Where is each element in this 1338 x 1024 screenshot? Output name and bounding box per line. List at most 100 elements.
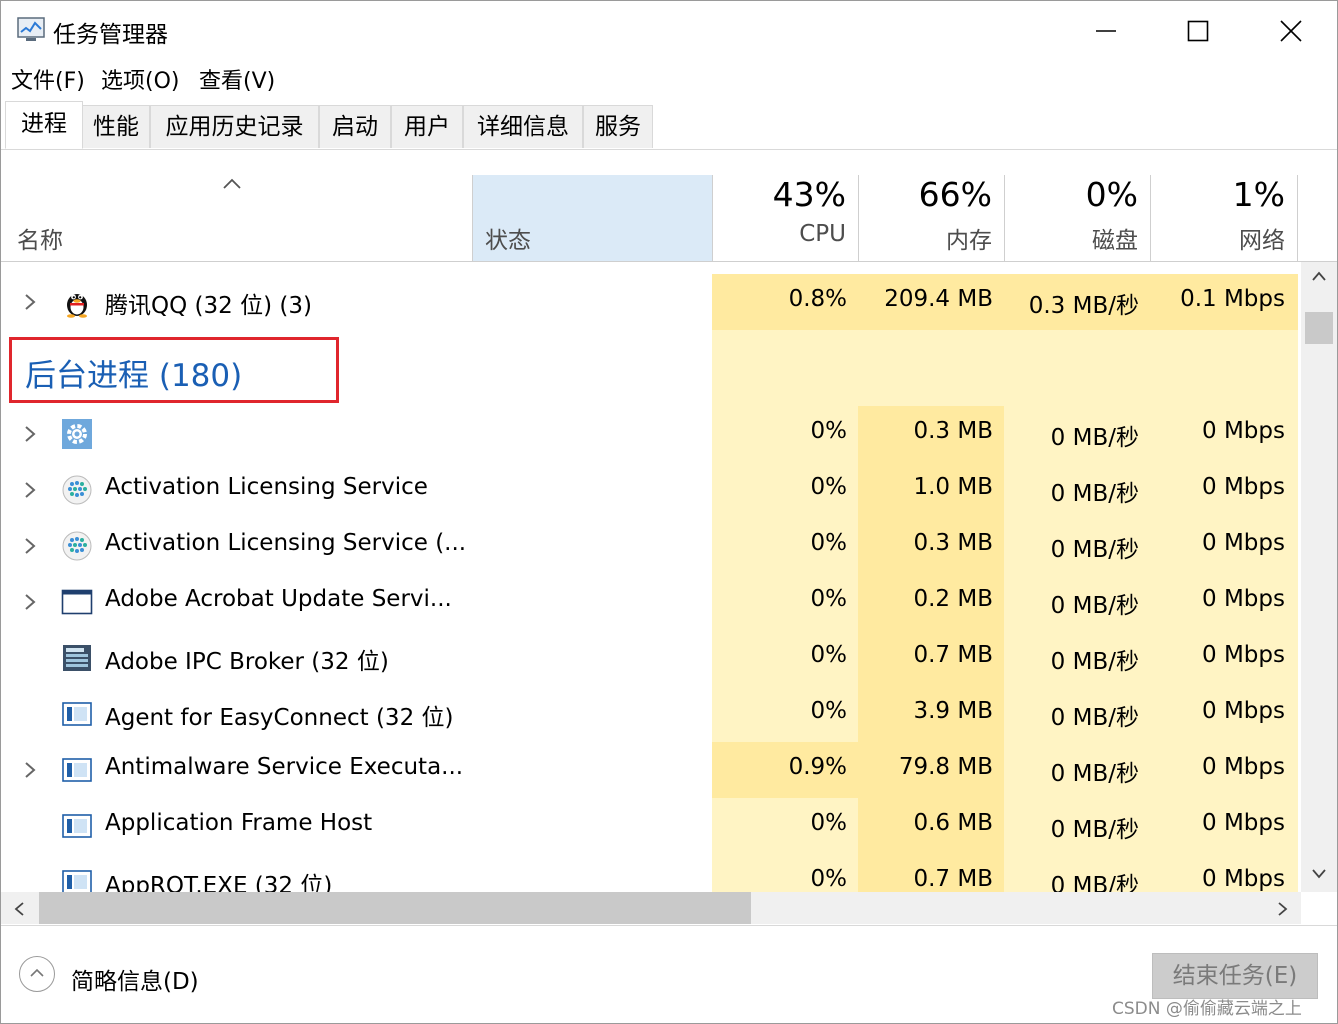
memory-value: 3.9 MB xyxy=(913,698,993,724)
expand-chevron-icon[interactable] xyxy=(23,760,37,780)
scroll-right-icon[interactable] xyxy=(1277,901,1289,917)
network-value: 0 Mbps xyxy=(1202,810,1285,836)
cpu-value: 0% xyxy=(810,642,848,668)
cpu-value: 0% xyxy=(810,810,848,836)
cpu-cell xyxy=(712,330,858,406)
disk-value: 0 MB/秒 xyxy=(1050,705,1139,731)
tab-performance[interactable]: 性能 xyxy=(82,105,150,148)
column-status[interactable]: 状态 xyxy=(485,221,531,255)
watermark: CSDN @偷偷藏云端之上 xyxy=(1112,999,1302,1019)
fewer-details-link[interactable]: 简略信息(D) xyxy=(71,962,199,996)
app-window-icon xyxy=(62,814,92,838)
menu-view[interactable]: 查看(V) xyxy=(199,63,275,95)
minimize-icon xyxy=(1096,30,1116,32)
cpu-value: 0% xyxy=(810,530,848,556)
memory-value: 79.8 MB xyxy=(898,754,993,780)
vertical-scroll-thumb[interactable] xyxy=(1305,312,1333,344)
tab-strip: 进程 性能 应用历史记录 启动 用户 详细信息 服务 xyxy=(1,97,1337,150)
memory-value: 0.2 MB xyxy=(913,586,993,612)
process-name: Antimalware Service Executa... xyxy=(105,754,464,780)
app-window-icon xyxy=(62,758,92,782)
menu-file[interactable]: 文件(F) xyxy=(11,63,85,95)
process-name: Application Frame Host xyxy=(105,810,373,836)
network-value: 0.1 Mbps xyxy=(1180,286,1285,312)
process-row[interactable]: Activation Licensing Service 0% 1.0 MB 0… xyxy=(1,462,1301,518)
network-value: 0 Mbps xyxy=(1202,642,1285,668)
cpu-total-percent: 43% xyxy=(772,175,846,214)
column-cpu[interactable]: 43% CPU xyxy=(712,175,858,261)
expand-chevron-icon[interactable] xyxy=(23,536,37,556)
disk-value: 0 MB/秒 xyxy=(1050,481,1139,507)
network-value: 0 Mbps xyxy=(1202,530,1285,556)
network-value: 0 Mbps xyxy=(1202,418,1285,444)
memory-value: 0.3 MB xyxy=(913,418,993,444)
maximize-icon xyxy=(1187,20,1209,42)
expand-chevron-icon[interactable] xyxy=(23,592,37,612)
app-window-icon xyxy=(62,702,92,726)
minimize-button[interactable] xyxy=(1059,1,1151,59)
scroll-down-icon[interactable] xyxy=(1311,868,1327,880)
process-row[interactable]: 0% 0.3 MB 0 MB/秒 0 Mbps xyxy=(1,406,1301,462)
expand-chevron-icon[interactable] xyxy=(23,480,37,500)
close-button[interactable] xyxy=(1244,1,1336,59)
end-task-button[interactable]: 结束任务(E) xyxy=(1152,953,1318,999)
tab-processes[interactable]: 进程 xyxy=(5,101,83,149)
window-frame-icon xyxy=(61,589,93,615)
disk-value: 0 MB/秒 xyxy=(1050,537,1139,563)
memory-value: 0.6 MB xyxy=(913,810,993,836)
network-value: 0 Mbps xyxy=(1202,698,1285,724)
expand-chevron-icon[interactable] xyxy=(23,424,37,444)
fewer-details-toggle[interactable] xyxy=(19,956,55,992)
horizontal-scroll-thumb[interactable] xyxy=(39,892,751,924)
process-name: Adobe Acrobat Update Servi... xyxy=(105,586,452,612)
memory-value: 209.4 MB xyxy=(884,286,993,312)
memory-value: 0.7 MB xyxy=(913,642,993,668)
process-row[interactable]: Activation Licensing Service (... 0% 0.3… xyxy=(1,518,1301,574)
tab-users[interactable]: 用户 xyxy=(391,105,463,148)
column-memory[interactable]: 66% 内存 xyxy=(858,175,1004,261)
column-network[interactable]: 1% 网络 xyxy=(1150,175,1298,261)
column-disk[interactable]: 0% 磁盘 xyxy=(1004,175,1150,261)
cpu-value: 0.8% xyxy=(788,286,847,312)
tab-details[interactable]: 详细信息 xyxy=(463,105,583,148)
network-value: 0 Mbps xyxy=(1202,474,1285,500)
column-name[interactable]: 名称 xyxy=(17,221,63,255)
app-window-icon xyxy=(62,870,92,892)
scroll-left-icon[interactable] xyxy=(13,901,25,917)
dots-circle-icon xyxy=(62,475,92,505)
disk-value: 0 MB/秒 xyxy=(1050,761,1139,787)
process-row[interactable]: AppROT.EXE (32 位) 0% 0.7 MB 0 MB/秒 0 Mbp… xyxy=(1,854,1301,892)
tab-startup[interactable]: 启动 xyxy=(319,105,391,148)
process-row[interactable]: Antimalware Service Executa... 0.9% 79.8… xyxy=(1,742,1301,798)
scroll-up-icon[interactable] xyxy=(1311,270,1327,282)
process-row[interactable]: Agent for EasyConnect (32 位) 0% 3.9 MB 0… xyxy=(1,686,1301,742)
tab-app-history[interactable]: 应用历史记录 xyxy=(150,105,319,148)
network-cell xyxy=(1150,330,1298,406)
tab-services[interactable]: 服务 xyxy=(583,105,653,148)
cpu-value: 0.9% xyxy=(788,754,847,780)
network-label: 网络 xyxy=(1239,228,1285,254)
process-name: Activation Licensing Service (... xyxy=(105,530,467,556)
expand-chevron-icon[interactable] xyxy=(23,292,37,312)
maximize-button[interactable] xyxy=(1151,1,1243,59)
disk-value: 0 MB/秒 xyxy=(1050,873,1139,892)
process-name: Agent for EasyConnect (32 位) xyxy=(105,705,454,731)
disk-value: 0 MB/秒 xyxy=(1050,425,1139,451)
memory-value: 0.7 MB xyxy=(913,866,993,892)
cpu-value: 0% xyxy=(810,474,848,500)
vertical-scrollbar[interactable] xyxy=(1301,262,1337,892)
menu-options[interactable]: 选项(O) xyxy=(101,63,179,95)
disk-value: 0 MB/秒 xyxy=(1050,817,1139,843)
process-row[interactable]: Adobe Acrobat Update Servi... 0% 0.2 MB … xyxy=(1,574,1301,630)
process-row[interactable]: 腾讯QQ (32 位) (3) 0.8% 209.4 MB 0.3 MB/秒 0… xyxy=(1,274,1301,330)
process-row[interactable]: Adobe IPC Broker (32 位) 0% 0.7 MB 0 MB/秒… xyxy=(1,630,1301,686)
memory-value: 0.3 MB xyxy=(913,530,993,556)
process-row[interactable]: Application Frame Host 0% 0.6 MB 0 MB/秒 … xyxy=(1,798,1301,854)
process-name: Adobe IPC Broker (32 位) xyxy=(105,649,389,675)
cpu-value: 0% xyxy=(810,866,848,892)
horizontal-scrollbar[interactable] xyxy=(1,892,1301,924)
memory-cell xyxy=(858,330,1004,406)
background-processes-title: 后台进程 (180) xyxy=(25,358,243,394)
disk-value: 0.3 MB/秒 xyxy=(1028,293,1139,319)
disk-cell xyxy=(1004,330,1150,406)
